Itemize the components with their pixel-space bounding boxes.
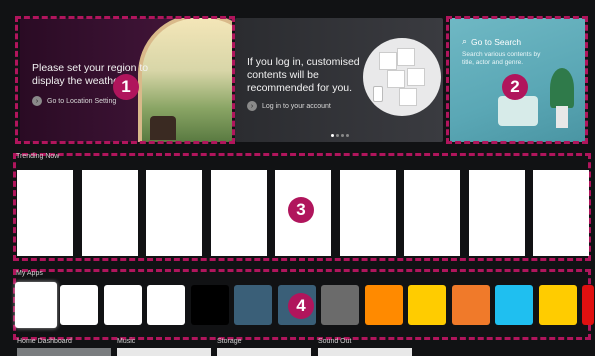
app-tile[interactable] xyxy=(60,285,98,325)
badge-4: 4 xyxy=(288,293,314,319)
app-tile[interactable] xyxy=(451,285,490,325)
pager-dot[interactable] xyxy=(331,134,334,137)
trending-tile[interactable] xyxy=(468,170,525,256)
trending-label: Trending Now xyxy=(16,153,60,160)
trending-tile[interactable] xyxy=(210,170,267,256)
location-setting-link[interactable]: › Go to Location Setting xyxy=(32,96,116,106)
chair-illustration xyxy=(498,96,538,126)
bottom-label-3: Storage xyxy=(217,338,242,345)
sound-out-tile[interactable] xyxy=(318,348,412,356)
pager-dot[interactable] xyxy=(346,134,349,137)
bottom-label-2: Music xyxy=(117,338,136,345)
trending-tile[interactable] xyxy=(339,170,396,256)
search-title: Go to Search xyxy=(471,36,522,47)
app-tile[interactable] xyxy=(408,285,446,325)
app-tile[interactable] xyxy=(190,285,229,325)
app-tile[interactable] xyxy=(364,285,403,325)
dashboard-tile[interactable] xyxy=(17,348,111,356)
chair-shape xyxy=(150,116,176,140)
badge-2: 2 xyxy=(502,74,528,100)
app-tile[interactable] xyxy=(538,285,577,325)
bottom-label-4: Sound Out xyxy=(318,338,352,345)
storage-tile[interactable] xyxy=(217,348,311,356)
weather-message: Please set your region to display the we… xyxy=(32,62,149,87)
app-tile[interactable] xyxy=(495,285,533,325)
trending-tile[interactable] xyxy=(533,170,589,256)
app-tile[interactable] xyxy=(103,285,142,325)
bottom-label-1: Home Dashboard xyxy=(17,338,72,345)
search-title-row: ⌕ Go to Search xyxy=(462,36,521,47)
apps-label: My Apps xyxy=(16,270,43,277)
music-tile[interactable] xyxy=(117,348,211,356)
app-tile[interactable] xyxy=(582,285,594,325)
pager-dots xyxy=(331,134,349,137)
content-illustration xyxy=(363,38,441,116)
login-link-label: Log in to your account xyxy=(262,102,331,110)
trending-tile[interactable] xyxy=(146,170,202,256)
search-icon: ⌕ xyxy=(462,36,468,46)
pager-dot[interactable] xyxy=(336,134,339,137)
trending-tile[interactable] xyxy=(81,170,138,256)
login-message: If you log in, customised contents will … xyxy=(247,56,360,94)
app-tile[interactable] xyxy=(321,285,359,325)
badge-1: 1 xyxy=(113,74,139,100)
plant-illustration xyxy=(550,68,574,108)
search-description: Search various contents by title, actor … xyxy=(462,51,541,66)
app-tile[interactable] xyxy=(234,285,272,325)
trending-tile[interactable] xyxy=(404,170,460,256)
login-link[interactable]: › Log in to your account xyxy=(247,101,331,111)
app-tile[interactable] xyxy=(147,285,185,325)
location-setting-label: Go to Location Setting xyxy=(47,97,117,105)
pager-dot[interactable] xyxy=(341,134,344,137)
login-card[interactable]: If you log in, customised contents will … xyxy=(235,18,443,142)
arrow-right-icon: › xyxy=(32,96,42,106)
app-tile[interactable] xyxy=(15,282,57,328)
arrow-right-icon: › xyxy=(247,101,257,111)
trending-tile[interactable] xyxy=(17,170,73,256)
badge-3: 3 xyxy=(288,197,314,223)
